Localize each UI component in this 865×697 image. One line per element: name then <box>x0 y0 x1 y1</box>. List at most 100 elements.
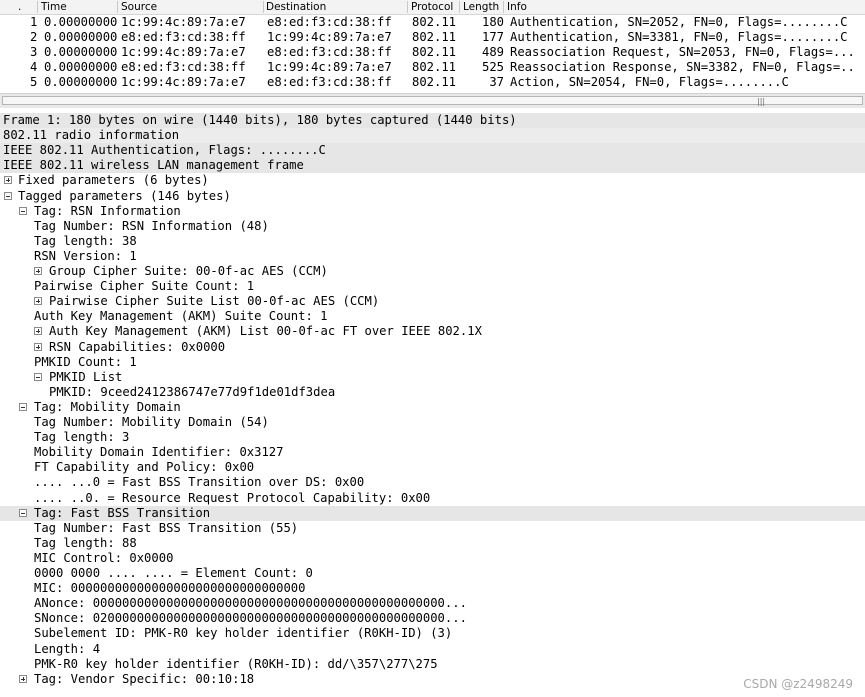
packet-destination: 1c:99:4c:89:7a:e7 <box>267 60 392 74</box>
detail-row[interactable]: Pairwise Cipher Suite List 00-0f-ac AES … <box>0 294 865 309</box>
detail-row[interactable]: Tag: Vendor Specific: 00:10:18 <box>0 672 865 687</box>
detail-text: ANonce: 00000000000000000000000000000000… <box>34 596 467 611</box>
scrollbar-grip-icon: ||| <box>757 97 766 106</box>
detail-row[interactable]: Tag length: 3 <box>0 430 865 445</box>
detail-text: Tag: RSN Information <box>34 203 181 218</box>
detail-row[interactable]: 0000 0000 .... .... = Element Count: 0 <box>0 566 865 581</box>
packet-no: 4 <box>30 60 38 74</box>
detail-text: Pairwise Cipher Suite List 00-0f-ac AES … <box>49 294 380 309</box>
packet-source: e8:ed:f3:cd:38:ff <box>121 60 246 74</box>
detail-row[interactable]: Tag Number: Fast BSS Transition (55) <box>0 521 865 536</box>
detail-text: PMK-R0 key holder identifier (R0KH-ID): … <box>34 656 438 671</box>
detail-text: Tag: Vendor Specific: 00:10:18 <box>34 671 255 686</box>
packet-time: 0.00000000 <box>44 45 118 59</box>
detail-row[interactable]: PMKID Count: 1 <box>0 355 865 370</box>
detail-row[interactable]: PMKID List <box>0 370 865 385</box>
detail-row[interactable]: IEEE 802.11 wireless LAN management fram… <box>0 158 865 174</box>
detail-row[interactable]: MIC: 00000000000000000000000000000000 <box>0 581 865 596</box>
detail-text: RSN Capabilities: 0x0000 <box>49 339 226 354</box>
detail-row[interactable]: ANonce: 00000000000000000000000000000000… <box>0 596 865 611</box>
collapse-icon[interactable] <box>4 191 12 200</box>
detail-row[interactable]: IEEE 802.11 Authentication, Flags: .....… <box>0 143 865 159</box>
detail-row[interactable]: RSN Version: 1 <box>0 249 865 264</box>
detail-row[interactable]: .... ...0 = Fast BSS Transition over DS:… <box>0 475 865 490</box>
detail-text: RSN Version: 1 <box>34 248 137 263</box>
detail-text: Tagged parameters (146 bytes) <box>18 188 231 203</box>
collapse-icon[interactable] <box>19 402 27 411</box>
expand-icon[interactable] <box>19 674 27 683</box>
expand-icon[interactable] <box>34 267 42 275</box>
detail-row[interactable]: PMKID: 9ceed2412386747e77d9f1de01df3dea <box>0 385 865 400</box>
packet-destination: 1c:99:4c:89:7a:e7 <box>267 30 392 44</box>
detail-row[interactable]: Mobility Domain Identifier: 0x3127 <box>0 445 865 460</box>
collapse-icon[interactable] <box>19 206 27 215</box>
detail-text: SNonce: 02000000000000000000000000000000… <box>34 611 467 626</box>
detail-row[interactable]: Auth Key Management (AKM) List 00-0f-ac … <box>0 324 865 339</box>
col-header-source[interactable]: Source <box>121 0 157 14</box>
packet-length: 489 <box>481 45 504 59</box>
detail-row[interactable]: Fixed parameters (6 bytes) <box>0 173 865 188</box>
detail-row[interactable]: Length: 4 <box>0 642 865 657</box>
expand-icon[interactable] <box>4 176 12 185</box>
detail-text: MIC: 00000000000000000000000000000000 <box>34 581 306 596</box>
detail-text: FT Capability and Policy: 0x00 <box>34 460 255 475</box>
detail-row[interactable]: Tag: Mobility Domain <box>0 400 865 415</box>
col-header-time[interactable]: Time <box>41 0 67 14</box>
detail-row[interactable]: .... ..0. = Resource Request Protocol Ca… <box>0 491 865 506</box>
detail-text: MIC Control: 0x0000 <box>34 550 174 565</box>
collapse-icon[interactable] <box>19 508 27 517</box>
packet-destination: e8:ed:f3:cd:38:ff <box>267 45 392 59</box>
detail-text: Tag: Fast BSS Transition <box>34 505 211 520</box>
detail-row[interactable]: Tag length: 88 <box>0 536 865 551</box>
detail-row[interactable]: Group Cipher Suite: 00-0f-ac AES (CCM) <box>0 264 865 279</box>
packet-protocol: 802.11 <box>412 60 457 74</box>
packet-info: Authentication, SN=3381, FN=0, Flags=...… <box>510 30 848 44</box>
detail-row[interactable]: Auth Key Management (AKM) Suite Count: 1 <box>0 309 865 324</box>
detail-row[interactable]: Tag length: 38 <box>0 234 865 249</box>
packet-protocol: 802.11 <box>412 15 457 29</box>
packet-no: 1 <box>30 15 38 29</box>
detail-row[interactable]: Tag Number: Mobility Domain (54) <box>0 415 865 430</box>
detail-row[interactable]: RSN Capabilities: 0x0000 <box>0 340 865 355</box>
expand-icon[interactable] <box>34 297 42 306</box>
horizontal-scrollbar[interactable]: ||| <box>0 93 865 109</box>
detail-row[interactable]: Tagged parameters (146 bytes) <box>0 189 865 204</box>
detail-row[interactable]: FT Capability and Policy: 0x00 <box>0 460 865 475</box>
packet-row[interactable]: 3 0.00000000 1c:99:4c:89:7a:e7 e8:ed:f3:… <box>0 45 865 60</box>
col-header-destination[interactable]: Destination <box>266 0 326 14</box>
detail-text: IEEE 802.11 Authentication, Flags: .....… <box>3 143 326 158</box>
detail-row[interactable]: 802.11 radio information <box>0 128 865 144</box>
packet-protocol: 802.11 <box>412 30 457 44</box>
detail-row[interactable]: Tag: Fast BSS Transition <box>0 505 865 521</box>
collapse-icon[interactable] <box>34 372 42 381</box>
detail-text: 0000 0000 .... .... = Element Count: 0 <box>34 566 313 580</box>
scrollbar-thumb[interactable]: ||| <box>2 96 863 106</box>
packet-info: Reassociation Request, SN=2053, FN=0, Fl… <box>510 45 855 59</box>
detail-text: 802.11 radio information <box>3 128 180 143</box>
expand-icon[interactable] <box>34 327 42 336</box>
col-header-protocol[interactable]: Protocol <box>411 0 453 14</box>
packet-source: e8:ed:f3:cd:38:ff <box>121 30 246 44</box>
detail-row[interactable]: SNonce: 02000000000000000000000000000000… <box>0 611 865 626</box>
detail-row[interactable]: Frame 1: 180 bytes on wire (1440 bits), … <box>0 113 865 128</box>
packet-info: Reassociation Response, SN=3382, FN=0, F… <box>510 60 855 74</box>
packet-row[interactable]: 2 0.00000000 e8:ed:f3:cd:38:ff 1c:99:4c:… <box>0 30 865 45</box>
detail-row[interactable]: Tag: RSN Information <box>0 204 865 219</box>
col-header-no[interactable]: . <box>18 0 21 14</box>
detail-row[interactable]: Pairwise Cipher Suite Count: 1 <box>0 279 865 294</box>
col-header-info[interactable]: Info <box>507 0 527 14</box>
detail-row[interactable]: PMK-R0 key holder identifier (R0KH-ID): … <box>0 657 865 672</box>
detail-text: Tag Number: Fast BSS Transition (55) <box>34 520 299 535</box>
packet-row[interactable]: 5 0.00000000 1c:99:4c:89:7a:e7 e8:ed:f3:… <box>0 75 865 90</box>
col-header-length[interactable]: Length <box>463 0 499 14</box>
detail-row[interactable]: Subelement ID: PMK-R0 key holder identif… <box>0 626 865 641</box>
detail-row[interactable]: Tag Number: RSN Information (48) <box>0 219 865 234</box>
detail-row[interactable]: MIC Control: 0x0000 <box>0 551 865 566</box>
packet-time: 0.00000000 <box>44 30 118 44</box>
detail-text: Tag Number: Mobility Domain (54) <box>34 415 269 429</box>
expand-icon[interactable] <box>34 342 42 351</box>
packet-protocol: 802.11 <box>412 75 457 89</box>
packet-no: 3 <box>30 45 38 59</box>
packet-row[interactable]: 4 0.00000000 e8:ed:f3:cd:38:ff 1c:99:4c:… <box>0 60 865 75</box>
packet-row[interactable]: 1 0.00000000 1c:99:4c:89:7a:e7 e8:ed:f3:… <box>0 15 865 30</box>
